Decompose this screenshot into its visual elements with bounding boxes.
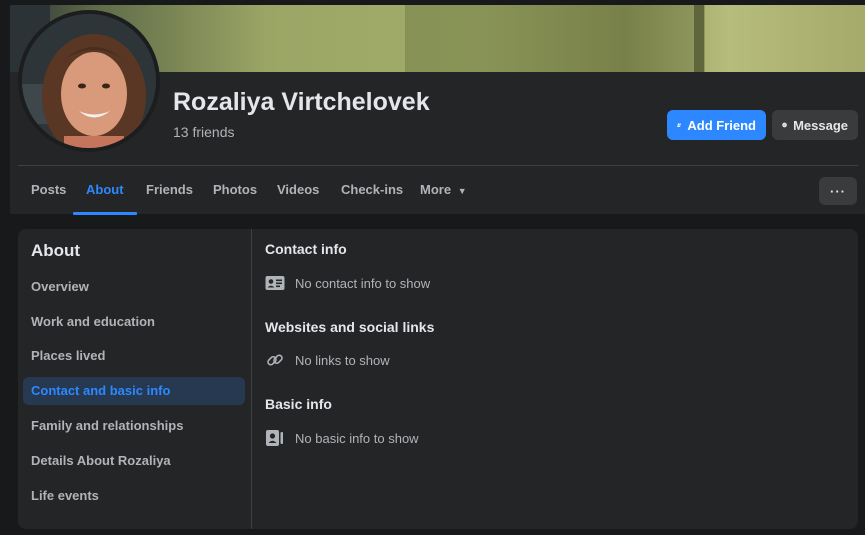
profile-avatar[interactable] [18, 10, 160, 152]
friends-count[interactable]: 13 friends [173, 124, 234, 140]
tab-check-ins[interactable]: Check-ins [341, 166, 403, 214]
caret-down-icon: ▼ [457, 186, 467, 196]
messenger-icon [782, 122, 787, 128]
basic-info-title: Basic info [265, 396, 332, 412]
about-item-places-lived[interactable]: Places lived [23, 342, 245, 370]
contact-info-title: Contact info [265, 241, 347, 257]
link-icon [265, 350, 285, 370]
contact-info-empty: No contact info to show [295, 275, 431, 291]
about-item-work-education[interactable]: Work and education [23, 308, 245, 336]
contact-info-row: No contact info to show [265, 273, 430, 293]
about-item-details[interactable]: Details About Rozaliya [23, 447, 245, 475]
websites-links-title: Websites and social links [265, 319, 435, 335]
more-options-button[interactable]: ··· [819, 177, 857, 205]
tab-posts[interactable]: Posts [31, 166, 66, 214]
profile-tabs: Posts About Friends Photos Videos Check-… [18, 166, 858, 215]
message-button[interactable]: Message [772, 110, 858, 140]
about-item-contact-basic-info[interactable]: Contact and basic info [23, 377, 245, 405]
about-title: About [31, 241, 81, 260]
tab-videos[interactable]: Videos [277, 166, 319, 214]
contact-card-icon [265, 273, 285, 293]
about-sidebar: About Overview Work and education Places… [18, 229, 252, 529]
websites-links-empty: No links to show [295, 352, 390, 368]
about-card: About Overview Work and education Places… [18, 229, 858, 529]
about-item-overview[interactable]: Overview [23, 273, 245, 301]
basic-info-row: No basic info to show [265, 428, 419, 448]
websites-links-row: No links to show [265, 350, 390, 370]
add-friend-button[interactable]: Add Friend [667, 110, 766, 140]
profile-card-icon [265, 428, 285, 448]
about-item-life-events[interactable]: Life events [23, 482, 245, 510]
about-item-family-relationships[interactable]: Family and relationships [23, 412, 245, 440]
user-plus-icon [677, 123, 682, 127]
add-friend-label: Add Friend [687, 117, 756, 133]
message-label: Message [793, 117, 848, 133]
tab-more-label: More [420, 182, 452, 197]
basic-info-empty: No basic info to show [295, 430, 419, 446]
profile-name: Rozaliya Virtchelovek [173, 88, 430, 116]
tab-photos[interactable]: Photos [213, 166, 257, 214]
tab-more[interactable]: More ▼ [420, 166, 467, 214]
tab-friends[interactable]: Friends [146, 166, 193, 214]
tab-about[interactable]: About [73, 166, 136, 215]
